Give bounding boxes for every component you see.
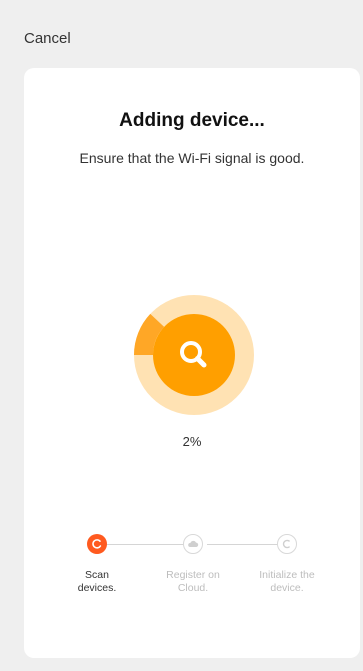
step-indicator: Scan devices. Register on Cloud. Initial…	[24, 530, 360, 610]
initialize-icon	[277, 534, 297, 554]
step-label-line: Register on	[166, 569, 220, 581]
step-label-line: Initialize the	[259, 569, 315, 581]
progress-core	[153, 314, 235, 396]
add-device-card: Adding device... Ensure that the Wi-Fi s…	[24, 68, 360, 658]
progress-percent: 2%	[182, 434, 202, 449]
cancel-button[interactable]: Cancel	[24, 30, 71, 47]
step-label-line: device.	[270, 582, 304, 594]
step-label-line: Scan	[85, 569, 109, 581]
page-subtitle: Ensure that the Wi-Fi signal is good.	[79, 150, 305, 166]
step-label-line: Cloud.	[177, 582, 209, 594]
step-label-line: devices.	[77, 582, 117, 594]
refresh-icon	[87, 534, 107, 554]
progress-ring	[134, 295, 254, 415]
step-initialize-device: Initialize the device.	[242, 530, 332, 595]
step-register-cloud: Register on Cloud.	[148, 530, 238, 595]
page-title: Adding device...	[119, 110, 265, 131]
step-scan-devices: Scan devices.	[52, 530, 142, 595]
cloud-icon	[183, 534, 203, 554]
